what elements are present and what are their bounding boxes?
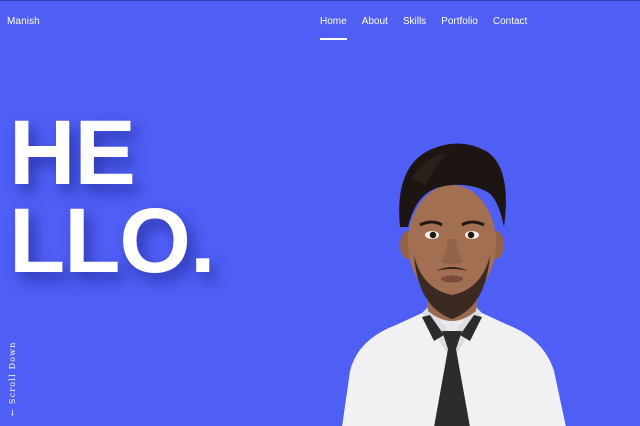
hero-line-1: HE	[9, 102, 136, 204]
hero-heading: HE LLO.	[9, 102, 216, 292]
scroll-down-label: Scroll Down	[8, 341, 17, 405]
nav-home[interactable]: Home	[320, 16, 347, 40]
hero-line-2: LLO.	[9, 190, 216, 292]
nav-portfolio[interactable]: Portfolio	[441, 16, 478, 27]
scroll-down-link[interactable]: ← Scroll Down	[8, 341, 18, 416]
nav-contact[interactable]: Contact	[493, 16, 527, 27]
brand-logo[interactable]: Manish	[7, 16, 40, 27]
nav-about[interactable]: About	[362, 16, 388, 27]
nav-skills[interactable]: Skills	[403, 16, 426, 27]
arrow-left-icon: ←	[8, 408, 17, 416]
page: Manish Home About Skills Portfolio Conta…	[0, 0, 640, 426]
profile-photo	[342, 143, 566, 426]
main-nav: Home About Skills Portfolio Contact	[320, 16, 527, 40]
